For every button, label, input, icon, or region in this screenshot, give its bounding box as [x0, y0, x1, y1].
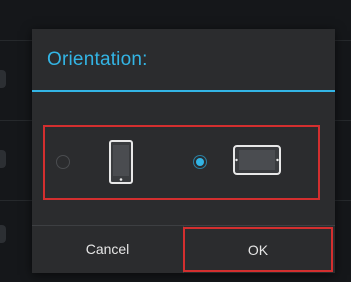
- title-divider: [32, 90, 335, 92]
- dialog-title: Orientation:: [47, 49, 148, 70]
- background-list-handle: [0, 70, 6, 88]
- orientation-options: [43, 125, 320, 200]
- background-list-handle: [0, 225, 6, 243]
- cancel-button[interactable]: Cancel: [32, 225, 183, 273]
- phone-portrait-icon[interactable]: [109, 140, 133, 184]
- orientation-dialog: Orientation: Cancel OK: [32, 29, 335, 273]
- tablet-landscape-icon[interactable]: [233, 145, 281, 175]
- landscape-radio[interactable]: [193, 155, 207, 169]
- portrait-radio[interactable]: [56, 155, 70, 169]
- ok-button[interactable]: OK: [183, 227, 333, 272]
- background-list-handle: [0, 150, 6, 168]
